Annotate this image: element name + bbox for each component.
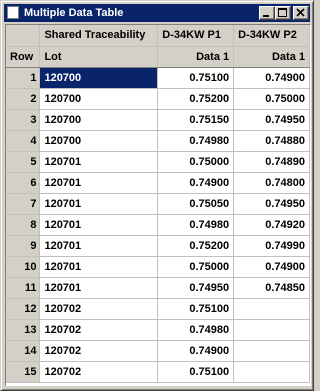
p2-data1-cell[interactable]: 0.74950 (233, 193, 310, 215)
column-header-p1-data1[interactable]: Data 1 (157, 46, 235, 68)
table-row[interactable]: 7 120701 0.75050 0.74950 (6, 193, 310, 215)
p2-data1-cell[interactable]: 0.74890 (233, 151, 310, 173)
lot-cell[interactable]: 120700 (39, 130, 159, 152)
row-number-cell[interactable]: 3 (6, 109, 41, 131)
p1-data1-cell[interactable]: 0.75200 (157, 88, 235, 110)
group-header-d34kw-p1[interactable]: D-34KW P1 (157, 25, 235, 47)
p2-data1-cell[interactable]: 0.74990 (233, 235, 310, 257)
data-grid[interactable]: Shared Traceability D-34KW P1 D-34KW P2 … (5, 24, 311, 386)
group-header-shared-traceability[interactable]: Shared Traceability (39, 25, 159, 47)
lot-cell[interactable]: 120702 (39, 319, 159, 341)
table-row[interactable]: 5 120701 0.75000 0.74890 (6, 151, 310, 173)
p2-data1-cell[interactable] (233, 340, 310, 362)
lot-cell[interactable]: 120701 (39, 256, 159, 278)
table-row[interactable]: 2 120700 0.75200 0.75000 (6, 88, 310, 110)
table-row[interactable]: 15 120702 0.75100 (6, 361, 310, 383)
lot-cell[interactable]: 120701 (39, 151, 159, 173)
table-row[interactable]: 4 120700 0.74980 0.74880 (6, 130, 310, 152)
lot-cell[interactable]: 120701 (39, 172, 159, 194)
lot-cell[interactable]: 120702 (39, 361, 159, 383)
minimize-button[interactable] (259, 6, 275, 20)
lot-cell[interactable]: 120701 (39, 277, 159, 299)
row-number-cell[interactable]: 9 (6, 235, 41, 257)
table-row[interactable]: 8 120701 0.74980 0.74920 (6, 214, 310, 236)
row-number-cell[interactable]: 14 (6, 340, 41, 362)
table-row[interactable]: 12 120702 0.75100 (6, 298, 310, 320)
row-number-cell[interactable]: 4 (6, 130, 41, 152)
document-icon[interactable] (7, 6, 19, 19)
p2-data1-cell[interactable]: 0.74900 (233, 256, 310, 278)
group-header-d34kw-p2[interactable]: D-34KW P2 (233, 25, 310, 47)
table-row[interactable]: 6 120701 0.74900 0.74800 (6, 172, 310, 194)
p1-data1-cell[interactable]: 0.75100 (157, 67, 235, 89)
row-number-cell[interactable]: 1 (6, 67, 41, 89)
p2-data1-cell[interactable]: 0.74880 (233, 130, 310, 152)
table-row[interactable]: 10 120701 0.75000 0.74900 (6, 256, 310, 278)
p2-data1-cell[interactable]: 0.74850 (233, 277, 310, 299)
p2-data1-cell[interactable]: 0.75000 (233, 88, 310, 110)
p2-data1-cell[interactable] (233, 361, 310, 383)
row-column-header: Row (6, 46, 41, 68)
lot-cell[interactable]: 120700 (39, 88, 159, 110)
row-number-cell[interactable]: 12 (6, 298, 41, 320)
maximize-icon (278, 8, 287, 17)
table-row[interactable]: 14 120702 0.74900 (6, 340, 310, 362)
column-header-p2-data1[interactable]: Data 1 (233, 46, 310, 68)
multiple-data-table-window: Multiple Data Table Shared Traceability (0, 0, 314, 391)
maximize-button[interactable] (275, 6, 291, 20)
title-bar[interactable]: Multiple Data Table (4, 4, 310, 22)
p2-data1-cell[interactable]: 0.74800 (233, 172, 310, 194)
p2-data1-cell[interactable] (233, 319, 310, 341)
p1-data1-cell[interactable]: 0.75000 (157, 151, 235, 173)
row-number-cell[interactable]: 5 (6, 151, 41, 173)
p1-data1-cell[interactable]: 0.74980 (157, 130, 235, 152)
lot-cell[interactable]: 120701 (39, 214, 159, 236)
window-title: Multiple Data Table (24, 7, 124, 19)
row-number-cell[interactable]: 8 (6, 214, 41, 236)
table-row[interactable]: 11 120701 0.74950 0.74850 (6, 277, 310, 299)
p2-data1-cell[interactable]: 0.74950 (233, 109, 310, 131)
row-number-cell[interactable]: 6 (6, 172, 41, 194)
table-row[interactable]: 13 120702 0.74980 (6, 319, 310, 341)
lot-cell[interactable]: 120700 (39, 67, 159, 89)
row-number-cell[interactable]: 13 (6, 319, 41, 341)
row-number-cell[interactable]: 2 (6, 88, 41, 110)
row-number-cell[interactable]: 15 (6, 361, 41, 383)
p2-data1-cell[interactable] (233, 298, 310, 320)
table-row[interactable]: 9 120701 0.75200 0.74990 (6, 235, 310, 257)
row-number-cell[interactable]: 11 (6, 277, 41, 299)
lot-cell[interactable]: 120702 (39, 340, 159, 362)
p1-data1-cell[interactable]: 0.74950 (157, 277, 235, 299)
lot-cell[interactable]: 120701 (39, 235, 159, 257)
minimize-icon (263, 15, 269, 17)
corner-header-cell (6, 25, 41, 47)
close-icon (296, 8, 305, 17)
p1-data1-cell[interactable]: 0.74980 (157, 319, 235, 341)
close-button[interactable] (293, 6, 309, 20)
p1-data1-cell[interactable]: 0.75050 (157, 193, 235, 215)
lot-cell[interactable]: 120702 (39, 298, 159, 320)
p1-data1-cell[interactable]: 0.75150 (157, 109, 235, 131)
lot-cell[interactable]: 120700 (39, 109, 159, 131)
p1-data1-cell[interactable]: 0.74900 (157, 172, 235, 194)
p2-data1-cell[interactable]: 0.74920 (233, 214, 310, 236)
p2-data1-cell[interactable]: 0.74900 (233, 67, 310, 89)
table-row[interactable]: 3 120700 0.75150 0.74950 (6, 109, 310, 131)
column-header-lot[interactable]: Lot (39, 46, 159, 68)
p1-data1-cell[interactable]: 0.75100 (157, 298, 235, 320)
p1-data1-cell[interactable]: 0.75200 (157, 235, 235, 257)
row-number-cell[interactable]: 7 (6, 193, 41, 215)
p1-data1-cell[interactable]: 0.75000 (157, 256, 235, 278)
data-table: Shared Traceability D-34KW P1 D-34KW P2 … (6, 25, 310, 383)
table-row[interactable]: 1 120700 0.75100 0.74900 (6, 67, 310, 89)
p1-data1-cell[interactable]: 0.74900 (157, 340, 235, 362)
p1-data1-cell[interactable]: 0.75100 (157, 361, 235, 383)
row-number-cell[interactable]: 10 (6, 256, 41, 278)
lot-cell[interactable]: 120701 (39, 193, 159, 215)
p1-data1-cell[interactable]: 0.74980 (157, 214, 235, 236)
